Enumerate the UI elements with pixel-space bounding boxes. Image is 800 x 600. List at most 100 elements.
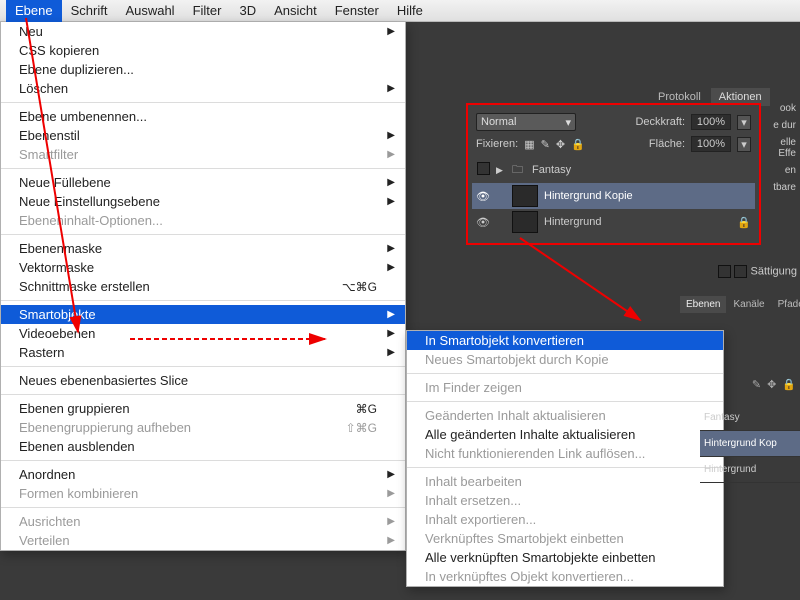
submenu-arrow-icon: ▶ [387,196,395,207]
layer-name: Fantasy [532,164,571,176]
menu-item[interactable]: Ebenen ausblenden [1,437,405,456]
menu-item[interactable]: Ebenenstil▶ [1,126,405,145]
submenu-arrow-icon: ▶ [387,130,395,141]
layer-row[interactable]: 👁 Hintergrund Kopie [472,183,755,209]
menu-fenster[interactable]: Fenster [326,0,388,22]
blend-mode-select[interactable]: Normal▾ [476,113,576,131]
menu-auswahl[interactable]: Auswahl [116,0,183,22]
lock-brush-icon[interactable]: ✎ [541,138,550,151]
visibility-checkbox[interactable] [477,162,490,175]
submenu-item: Geänderten Inhalt aktualisieren [407,406,723,425]
menu-item[interactable]: Ebenen gruppieren⌘G [1,399,405,418]
menu-hilfe[interactable]: Hilfe [388,0,432,22]
layer-name: Hintergrund Kopie [544,190,633,202]
submenu-item: Neues Smartobjekt durch Kopie [407,350,723,369]
layer-thumbnail[interactable] [512,185,538,207]
menubar: Ebene Schrift Auswahl Filter 3D Ansicht … [0,0,800,22]
lock-all-icon[interactable]: 🔒 [782,378,796,391]
menu-filter[interactable]: Filter [184,0,231,22]
opacity-label: Deckkraft: [635,116,685,128]
menu-item[interactable]: Ebene umbenennen... [1,107,405,126]
smartobjekte-submenu: In Smartobjekt konvertierenNeues Smartob… [406,330,724,587]
submenu-item: Inhalt exportieren... [407,510,723,529]
submenu-arrow-icon: ▶ [387,328,395,339]
menu-item[interactable]: Ebenenmaske▶ [1,239,405,258]
submenu-arrow-icon: ▶ [387,83,395,94]
opacity-value[interactable]: 100% [691,114,731,130]
layers-panel-tabs: Ebenen Kanäle Pfade [680,296,800,313]
fill-label: Fläche: [649,138,685,150]
submenu-item[interactable]: Alle verknüpften Smartobjekte einbetten [407,548,723,567]
menu-item[interactable]: Neue Einstellungsebene▶ [1,192,405,211]
layer-name: Hintergrund [544,216,601,228]
layer-row[interactable]: Hintergrund [700,457,800,483]
menu-item[interactable]: Ebene duplizieren... [1,60,405,79]
menu-item[interactable]: Anordnen▶ [1,465,405,484]
submenu-item: In verknüpftes Objekt konvertieren... [407,567,723,586]
menu-item[interactable]: Videoebenen▶ [1,324,405,343]
layer-row[interactable]: Hintergrund Kop [700,431,800,457]
menu-item[interactable]: Löschen▶ [1,79,405,98]
tab-kanaele[interactable]: Kanäle [727,296,770,313]
layer-list: ▶ 🗀 Fantasy 👁 Hintergrund Kopie 👁 Hinter… [472,155,755,237]
lock-icon: 🔒 [737,216,751,229]
submenu-arrow-icon: ▶ [387,516,395,527]
lock-move-icon[interactable]: ✥ [556,138,565,151]
menu-item: Ausrichten▶ [1,512,405,531]
submenu-arrow-icon: ▶ [387,243,395,254]
checkbox[interactable] [734,265,747,278]
lock-all-icon[interactable]: 🔒 [571,138,585,151]
layer-thumbnail[interactable] [512,211,538,233]
menu-3d[interactable]: 3D [230,0,265,22]
layer-group-row[interactable]: ▶ 🗀 Fantasy [472,157,755,183]
layers-panel: Normal▾ Deckkraft: 100% ▾ Fixieren: ▦ ✎ … [466,103,761,245]
menu-item: Ebenengruppierung aufheben⇧⌘G [1,418,405,437]
opacity-dropdown[interactable]: ▾ [737,115,751,130]
submenu-item: Verknüpftes Smartobjekt einbetten [407,529,723,548]
checkbox[interactable] [718,265,731,278]
submenu-item[interactable]: Alle geänderten Inhalte aktualisieren [407,425,723,444]
submenu-arrow-icon: ▶ [387,149,395,160]
lock-transparency-icon[interactable]: ▦ [524,138,534,151]
fill-dropdown[interactable]: ▾ [737,137,751,152]
submenu-item: Nicht funktionierenden Link auflösen... [407,444,723,463]
submenu-arrow-icon: ▶ [387,177,395,188]
ebene-dropdown: Neu▶CSS kopierenEbene duplizieren...Lösc… [0,22,406,551]
blend-row: Normal▾ Deckkraft: 100% ▾ [472,111,755,133]
menu-item[interactable]: CSS kopieren [1,41,405,60]
submenu-arrow-icon: ▶ [387,535,395,546]
menu-schrift[interactable]: Schrift [62,0,117,22]
submenu-arrow-icon: ▶ [387,26,395,37]
visibility-eye-icon[interactable]: 👁 [476,190,490,203]
lock-move-icon[interactable]: ✥ [767,378,776,391]
menu-item[interactable]: Smartobjekte▶ [1,305,405,324]
submenu-arrow-icon: ▶ [387,262,395,273]
visibility-eye-icon[interactable]: 👁 [476,216,490,229]
tab-ebenen[interactable]: Ebenen [680,296,726,313]
layer-row[interactable]: Fantasy [700,405,800,431]
disclosure-triangle-icon[interactable]: ▶ [496,165,506,176]
submenu-arrow-icon: ▶ [387,469,395,480]
lock-row: Fixieren: ▦ ✎ ✥ 🔒 Fläche: 100% ▾ [472,133,755,155]
menu-item[interactable]: Neu▶ [1,22,405,41]
menu-ansicht[interactable]: Ansicht [265,0,326,22]
menu-item[interactable]: Vektormaske▶ [1,258,405,277]
menu-ebene[interactable]: Ebene [6,0,62,22]
layer-row[interactable]: 👁 Hintergrund 🔒 [472,209,755,235]
submenu-item[interactable]: In Smartobjekt konvertieren [407,331,723,350]
saturation-label: Sättigung [718,265,797,278]
submenu-item: Inhalt ersetzen... [407,491,723,510]
menu-item[interactable]: Neue Füllebene▶ [1,173,405,192]
menu-item[interactable]: Schnittmaske erstellen⌥⌘G [1,277,405,296]
lock-toolbar: ✎ ✥ 🔒 [716,378,796,391]
submenu-item: Im Finder zeigen [407,378,723,397]
submenu-arrow-icon: ▶ [387,488,395,499]
menu-item[interactable]: Rastern▶ [1,343,405,362]
menu-item: Verteilen▶ [1,531,405,550]
folder-icon: 🗀 [512,161,526,180]
layers-panel-secondary: Fantasy Hintergrund Kop Hintergrund [700,405,800,483]
tab-pfade[interactable]: Pfade [772,296,800,313]
menu-item[interactable]: Neues ebenenbasiertes Slice [1,371,405,390]
lock-brush-icon[interactable]: ✎ [752,378,761,391]
fill-value[interactable]: 100% [691,136,731,152]
